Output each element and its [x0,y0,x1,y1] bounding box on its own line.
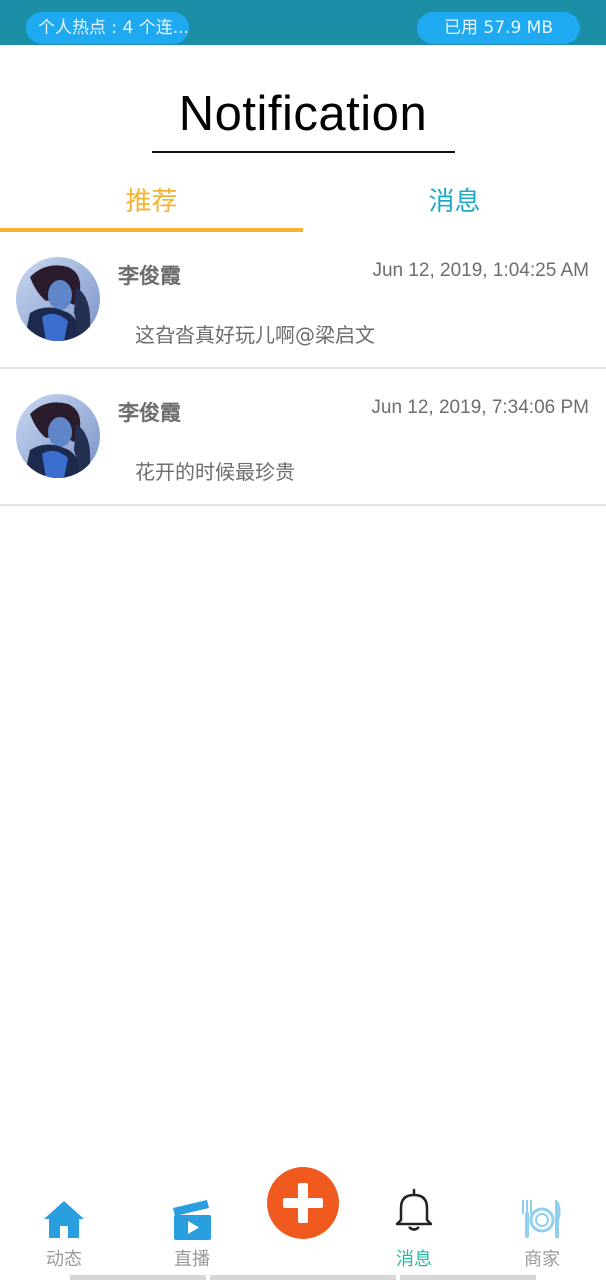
clapperboard-icon [173,1200,211,1240]
list-item[interactable]: 李俊霞 Jun 12, 2019, 1:04:25 AM 这旮沓真好玩儿啊@梁启… [0,232,606,369]
list-item[interactable]: 李俊霞 Jun 12, 2019, 7:34:06 PM 花开的时候最珍贵 [0,369,606,506]
nav-label: 直播 [174,1249,210,1270]
tab-bar: 推荐 消息 [0,172,606,232]
nav-item-merchants[interactable]: 商家 [487,1160,597,1280]
dining-icon [522,1200,561,1238]
bell-icon [395,1188,433,1231]
page-title: Notification [178,87,428,141]
message-text: 花开的时候最珍贵 [135,460,295,484]
avatar[interactable] [16,257,100,341]
add-button[interactable] [267,1167,339,1239]
nav-label: 商家 [524,1249,560,1270]
tab-messages[interactable]: 消息 [303,172,606,232]
nav-item-messages[interactable]: 消息 [359,1160,469,1280]
sender-name: 李俊霞 [118,401,181,425]
memory-pill[interactable]: 已用 57.9 MB [417,12,580,44]
notification-list: 李俊霞 Jun 12, 2019, 1:04:25 AM 这旮沓真好玩儿啊@梁启… [0,232,606,506]
message-text: 这旮沓真好玩儿啊@梁启文 [135,323,375,347]
nav-item-feed[interactable]: 动态 [9,1160,119,1280]
home-icon [44,1201,84,1238]
avatar[interactable] [16,394,100,478]
timestamp: Jun 12, 2019, 1:04:25 AM [372,260,589,281]
hotspot-pill[interactable]: 个人热点 : 4 个连... [26,12,189,44]
title-underline [152,151,455,153]
timestamp: Jun 12, 2019, 7:34:06 PM [371,397,589,418]
status-bar: 个人热点 : 4 个连... 已用 57.9 MB [0,0,606,45]
sender-name: 李俊霞 [118,264,181,288]
nav-item-live[interactable]: 直播 [137,1160,247,1280]
home-indicator [70,1275,536,1280]
bottom-nav: 动态 直播 消息 商家 [0,1160,606,1280]
tab-recommend[interactable]: 推荐 [0,172,303,232]
nav-label: 动态 [46,1249,82,1270]
nav-label: 消息 [396,1249,432,1270]
